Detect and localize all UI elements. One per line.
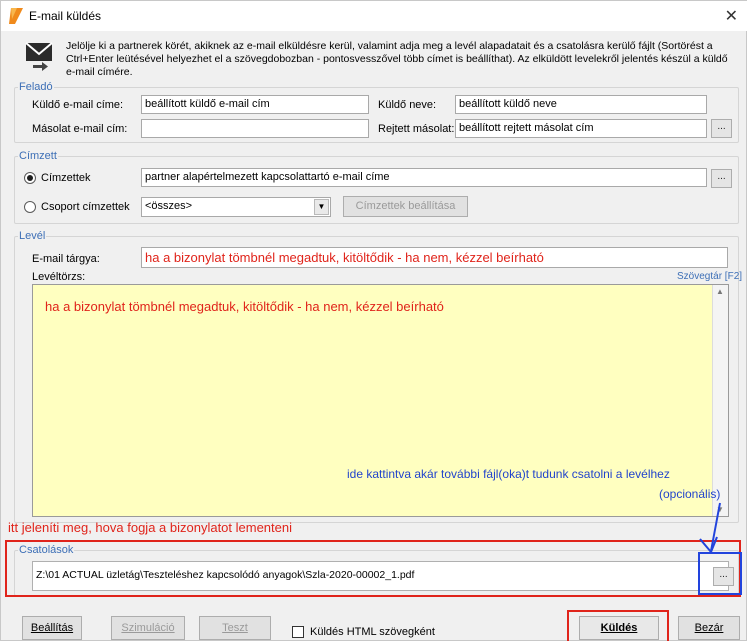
bcc-browse-button[interactable]: ...: [711, 119, 732, 138]
envelope-icon: [25, 42, 53, 71]
message-body-textarea[interactable]: ha a bizonylat tömbnél megadtuk, kitöltő…: [32, 284, 729, 517]
html-send-label: Küldés HTML szövegként: [310, 626, 435, 638]
title-bar: E-mail küldés ✕: [1, 1, 747, 31]
group-recipients-label: Csoport címzettek: [41, 201, 130, 213]
body-scrollbar[interactable]: ▲ ▼: [712, 285, 728, 516]
subject-field[interactable]: ha a bizonylat tömbnél megadtuk, kitöltő…: [141, 247, 728, 268]
chevron-down-icon[interactable]: ▼: [314, 199, 329, 215]
recipients-group-title: Címzett: [18, 150, 58, 163]
letter-group-title: Levél: [18, 230, 47, 243]
recipients-radio[interactable]: [24, 172, 36, 184]
settings-button[interactable]: Beállítás: [22, 616, 82, 640]
bcc-field[interactable]: beállított rejtett másolat cím: [455, 119, 707, 138]
bcc-label: Rejtett másolat:: [378, 123, 455, 135]
test-button[interactable]: Teszt: [199, 616, 271, 640]
arrow-down-icon: [699, 502, 721, 554]
save-location-hint: itt jeleníti meg, hova fogja a bizonylat…: [8, 520, 293, 535]
message-body-text: ha a bizonylat tömbnél megadtuk, kitöltő…: [45, 299, 444, 314]
sender-group-title: Feladó: [18, 81, 54, 94]
sender-email-field[interactable]: beállított küldő e-mail cím: [141, 95, 369, 114]
send-button-highlight: [567, 610, 669, 641]
sender-name-label: Küldő neve:: [378, 99, 437, 111]
recipients-field[interactable]: partner alapértelmezett kapcsolattartó e…: [141, 168, 707, 187]
email-send-dialog: E-mail küldés ✕ Jelölje ki a partnerek k…: [0, 0, 747, 641]
group-recipients-radio[interactable]: [24, 201, 36, 213]
save-location-highlight: [5, 540, 741, 597]
recipients-settings-button[interactable]: Címzettek beállítása: [343, 196, 468, 217]
app-icon: [9, 8, 23, 24]
group-recipients-select-value: <összes>: [145, 200, 193, 212]
cc-label: Másolat e-mail cím:: [32, 123, 128, 135]
recipients-label: Címzettek: [41, 172, 91, 184]
close-icon[interactable]: ✕: [725, 6, 738, 26]
instructions-text: Jelölje ki a partnerek körét, akiknek az…: [66, 40, 728, 78]
simulation-button[interactable]: Szimuláció: [111, 616, 185, 640]
scroll-up-icon[interactable]: ▲: [716, 287, 724, 296]
attach-hint-line2: (opcionális): [659, 487, 721, 501]
group-recipients-select[interactable]: <összes> ▼: [141, 197, 331, 217]
sender-email-label: Küldő e-mail címe:: [32, 99, 124, 111]
cc-field[interactable]: [141, 119, 369, 138]
sender-name-field[interactable]: beállított küldő neve: [455, 95, 707, 114]
close-button[interactable]: Bezár: [678, 616, 740, 640]
recipients-browse-button[interactable]: ...: [711, 169, 732, 188]
subject-label: E-mail tárgya:: [32, 253, 100, 265]
attach-button-highlight: [698, 552, 742, 595]
body-label: Levéltörzs:: [32, 271, 86, 283]
attach-hint-line1: ide kattintva akár további fájl(oka)t tu…: [347, 467, 670, 481]
html-send-checkbox[interactable]: [292, 626, 304, 638]
text-library-link[interactable]: Szövegtár [F2]: [677, 271, 742, 282]
window-title: E-mail küldés: [29, 9, 102, 23]
